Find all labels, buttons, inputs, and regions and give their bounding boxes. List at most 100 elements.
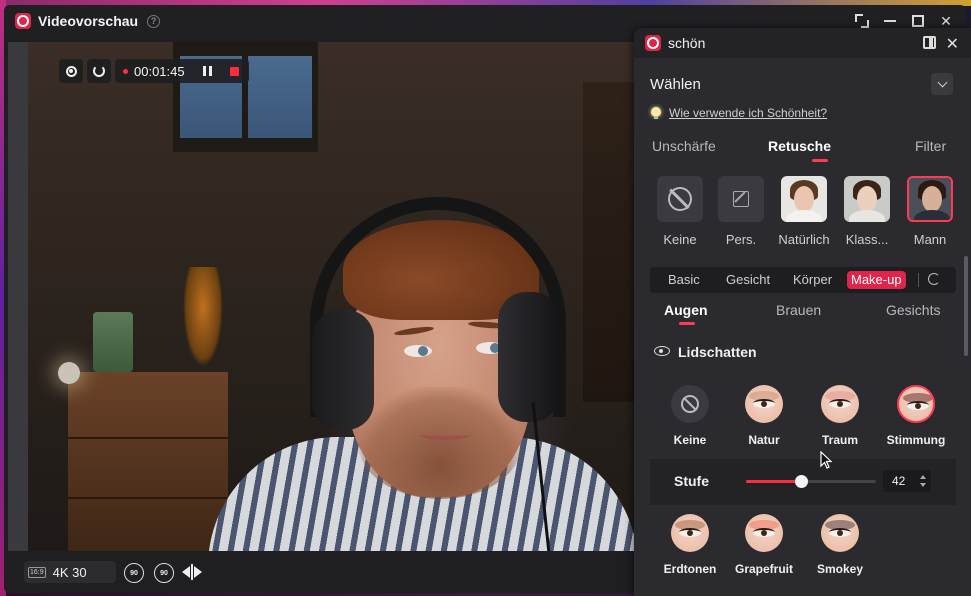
preset-list: Keine Pers. Natürlich Klass... Mann bbox=[656, 176, 956, 256]
preset-pers[interactable]: Pers. bbox=[717, 176, 765, 247]
swatch-label: Traum bbox=[821, 433, 858, 447]
portrait-natural bbox=[781, 176, 827, 222]
eyeshadow-row-1: Keine Natur Traum Stimmung bbox=[650, 385, 956, 455]
lego-figure bbox=[93, 312, 133, 372]
recording-toolbar: 00:01:45 bbox=[59, 59, 249, 83]
video-left-edge bbox=[8, 42, 28, 551]
eyeshadow-natur[interactable]: Natur bbox=[724, 385, 804, 447]
stop-icon[interactable] bbox=[229, 66, 239, 76]
tab-unschaerfe[interactable]: Unschärfe bbox=[652, 138, 716, 154]
slider-fill bbox=[746, 480, 801, 483]
ban-icon bbox=[681, 395, 699, 413]
camera-button[interactable] bbox=[59, 59, 83, 83]
dresser-drawer-line bbox=[68, 437, 228, 439]
subtab-koerper[interactable]: Körper bbox=[789, 271, 836, 289]
headphones-right-cup bbox=[498, 292, 560, 422]
tab-brauen[interactable]: Brauen bbox=[776, 302, 821, 318]
eyeshadow-stimmung[interactable]: Stimmung bbox=[876, 385, 956, 447]
rewind-90-button[interactable]: 90 bbox=[124, 563, 144, 583]
eyeshadow-smokey[interactable]: Smokey bbox=[800, 514, 880, 576]
camera-preview[interactable] bbox=[28, 42, 640, 551]
active-tab-indicator bbox=[679, 322, 695, 325]
chevron-down-icon bbox=[937, 77, 947, 88]
level-row: Stufe 42 bbox=[650, 459, 956, 505]
swatch-image bbox=[897, 385, 935, 423]
eyeshadow-erdtonen[interactable]: Erdtonen bbox=[650, 514, 730, 576]
desktop: Videovorschau ? ✕ 00:01:45 16:9 4K 30 90… bbox=[0, 0, 971, 596]
dresser-drawer-line bbox=[68, 497, 228, 499]
eyeshadow-traum[interactable]: Traum bbox=[800, 385, 880, 447]
level-slider[interactable] bbox=[746, 475, 876, 488]
swatch-image bbox=[745, 385, 783, 423]
preset-mann[interactable]: Mann bbox=[906, 176, 954, 247]
panel-header[interactable]: schön ✕ bbox=[634, 28, 971, 58]
maximize-icon bbox=[912, 15, 924, 27]
swatch-none bbox=[671, 385, 709, 423]
lamp bbox=[58, 362, 80, 384]
swatch-image bbox=[745, 514, 783, 552]
preset-thumb bbox=[844, 176, 890, 222]
help-link[interactable]: Wie verwende ich Schönheit? bbox=[669, 106, 827, 120]
panel-scrollbar[interactable] bbox=[964, 256, 968, 356]
camera-icon bbox=[65, 65, 77, 77]
preset-thumb bbox=[657, 176, 703, 222]
edit-icon bbox=[733, 191, 749, 207]
makeup-tabs: Augen Brauen Gesichts bbox=[664, 302, 954, 326]
app-logo-icon bbox=[645, 35, 661, 51]
subtab-makeup[interactable]: Make-up bbox=[847, 271, 906, 289]
section-title: Lidschatten bbox=[678, 344, 757, 360]
swatch-image bbox=[671, 514, 709, 552]
plant bbox=[183, 267, 223, 367]
swatch-label: Smokey bbox=[816, 562, 864, 576]
tab-gesichts[interactable]: Gesichts bbox=[886, 302, 940, 318]
active-tab-indicator bbox=[812, 159, 828, 162]
expand-icon bbox=[855, 14, 869, 28]
beauty-panel: schön ✕ Wählen Wie verwende ich Schönhei… bbox=[634, 28, 971, 596]
eyeshadow-keine[interactable]: Keine bbox=[650, 385, 730, 447]
panel-title: schön bbox=[668, 35, 706, 51]
resolution-selector[interactable]: 16:9 4K 30 bbox=[24, 561, 116, 583]
panel-close-button[interactable]: ✕ bbox=[946, 34, 959, 54]
resolution-label: 4K 30 bbox=[52, 564, 87, 580]
swatch-label: Natur bbox=[748, 433, 780, 447]
pause-icon[interactable] bbox=[202, 66, 212, 76]
subtab-separator bbox=[918, 273, 919, 287]
spinner-icon[interactable] bbox=[919, 472, 928, 490]
reset-icon[interactable] bbox=[928, 273, 940, 285]
recording-status: 00:01:45 bbox=[115, 59, 249, 83]
portrait-man bbox=[909, 178, 951, 220]
eye-visibility-icon[interactable] bbox=[654, 346, 670, 356]
refresh-icon bbox=[93, 65, 105, 77]
portrait-classic bbox=[844, 176, 890, 222]
forward-90-button[interactable]: 90 bbox=[154, 563, 174, 583]
preset-klassisch[interactable]: Klass... bbox=[843, 176, 891, 247]
preset-natuerlich[interactable]: Natürlich bbox=[778, 176, 830, 247]
refresh-button[interactable] bbox=[87, 59, 111, 83]
recording-time: 00:01:45 bbox=[134, 63, 185, 79]
minimize-icon bbox=[884, 20, 896, 22]
sub-tabs: Basic Gesicht Körper Make-up bbox=[650, 267, 956, 293]
aspect-ratio-badge: 16:9 bbox=[28, 566, 46, 578]
tab-retusche[interactable]: Retusche bbox=[768, 138, 831, 154]
mirror-flip-icon[interactable] bbox=[182, 564, 202, 580]
mouse-cursor-icon bbox=[820, 451, 832, 469]
swatch-label: Grapefruit bbox=[734, 562, 793, 576]
preset-thumb bbox=[718, 176, 764, 222]
headphones-left-cup bbox=[312, 310, 374, 430]
dresser bbox=[68, 372, 228, 551]
swatch-label: Stimmung bbox=[886, 433, 946, 447]
subtab-basic[interactable]: Basic bbox=[664, 271, 704, 289]
dock-panel-icon[interactable] bbox=[923, 36, 936, 49]
recording-dot-icon bbox=[123, 68, 128, 74]
choose-dropdown[interactable] bbox=[931, 73, 953, 95]
preset-keine[interactable]: Keine bbox=[656, 176, 704, 247]
help-icon[interactable]: ? bbox=[147, 14, 161, 28]
tab-filter[interactable]: Filter bbox=[915, 138, 946, 154]
swatch-image bbox=[821, 385, 859, 423]
level-value-input[interactable]: 42 bbox=[883, 470, 931, 492]
subtab-gesicht[interactable]: Gesicht bbox=[722, 271, 774, 289]
slider-thumb[interactable] bbox=[794, 475, 808, 488]
level-label: Stufe bbox=[674, 473, 709, 489]
tab-augen[interactable]: Augen bbox=[664, 302, 708, 318]
eyeshadow-grapefruit[interactable]: Grapefruit bbox=[724, 514, 804, 576]
